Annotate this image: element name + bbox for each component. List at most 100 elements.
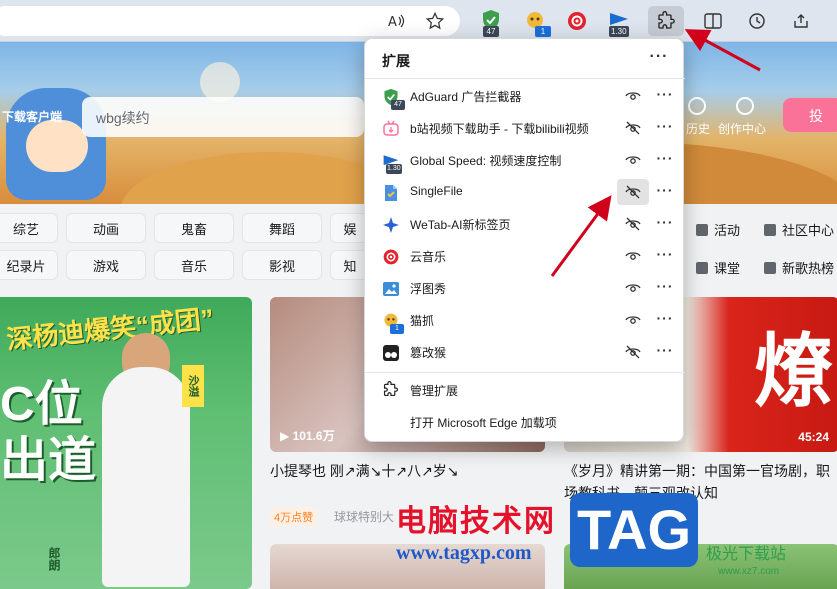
adguard-toolbar-icon[interactable]: 47 (476, 7, 506, 37)
creator-center-icon[interactable] (736, 97, 754, 115)
side-category-new-songs[interactable]: 新歌热榜 (764, 258, 834, 277)
manage-extensions-button[interactable]: 管理扩展 (365, 375, 685, 405)
category-button[interactable]: 音乐 (154, 250, 234, 280)
manage-extensions-label: 管理扩展 (410, 384, 459, 398)
puzzle-icon (382, 381, 399, 403)
eye-icon[interactable] (617, 83, 649, 109)
banner-character-face (26, 120, 88, 172)
side-category-class[interactable]: 课堂 (696, 258, 740, 277)
eye-icon[interactable] (617, 307, 649, 333)
bilibili-download-icon (382, 120, 400, 138)
watermark-text: 电脑技术网 (396, 505, 556, 538)
eye-off-icon[interactable] (617, 179, 649, 205)
extension-more-button[interactable]: ··· (653, 181, 677, 203)
watermark-url: www.tagxp.com (396, 542, 532, 564)
uploader-name[interactable]: 球球特别大 (334, 508, 394, 525)
adguard-badge: 47 (391, 100, 405, 110)
like-chip: 4万点赞 (270, 508, 318, 526)
category-button[interactable]: 影视 (242, 250, 322, 280)
card-title-top: 深杨迪爆笑“成团” (5, 303, 216, 355)
category-button[interactable]: 鬼畜 (154, 213, 234, 243)
card-title-big: C位 出道 (0, 378, 97, 487)
extension-more-button[interactable]: ··· (653, 277, 677, 299)
extension-more-button[interactable]: ··· (653, 245, 677, 267)
extension-row-singlefile[interactable]: SingleFile ··· (365, 176, 685, 208)
bottom-name-tag: 郎朗 (47, 547, 61, 571)
community-icon (764, 224, 776, 236)
class-icon (696, 262, 708, 274)
category-button[interactable]: 动画 (66, 213, 146, 243)
share-icon[interactable] (788, 8, 814, 34)
name-tag: 沙溢 (182, 365, 204, 407)
netease-music-toolbar-icon[interactable] (562, 7, 592, 35)
eye-icon[interactable] (617, 243, 649, 269)
open-edge-addons-label: 打开 Microsoft Edge 加载项 (410, 416, 557, 430)
extension-name: WeTab-AI新标签页 (410, 218, 511, 232)
popup-more-options-button[interactable]: ··· (645, 47, 673, 71)
extension-name: AdGuard 广告拦截器 (410, 90, 522, 104)
eye-off-icon[interactable] (617, 211, 649, 237)
history-icon[interactable] (744, 8, 770, 34)
side-category-activity[interactable]: 活动 (696, 220, 740, 239)
watermark-side: 极光下载站 (706, 546, 787, 563)
featured-video-card[interactable]: 深杨迪爆笑“成团” C位 出道 沙溢 郎朗 (0, 297, 252, 589)
eye-icon[interactable] (617, 275, 649, 301)
category-button[interactable]: 舞蹈 (242, 213, 322, 243)
adguard-icon: 47 (382, 88, 405, 110)
upload-button[interactable]: 投 (783, 98, 837, 132)
split-screen-icon[interactable] (700, 8, 726, 34)
extension-row-futuxiu[interactable]: 浮图秀 ··· (365, 272, 685, 304)
extension-row-adguard[interactable]: 47 AdGuard 广告拦截器 ··· (365, 80, 685, 112)
maozhua-toolbar-icon[interactable]: 1 (520, 7, 551, 37)
extension-row-bilibili-downloader[interactable]: b站视频下载助手 - 下载bilibili视频 ··· (365, 112, 685, 144)
category-button[interactable]: 游戏 (66, 250, 146, 280)
music-icon (764, 262, 776, 274)
category-button[interactable]: 纪录片 (0, 250, 58, 280)
read-aloud-icon[interactable]: A (384, 8, 410, 34)
extension-row-maozhua[interactable]: 1 猫抓 ··· (365, 304, 685, 336)
popup-title: 扩展 (382, 53, 410, 69)
thumbnail-big-char: 燎 (754, 327, 834, 416)
extension-row-global-speed[interactable]: 1.30 Global Speed: 视频速度控制 ··· (365, 144, 685, 176)
favorite-star-icon[interactable] (422, 8, 448, 34)
search-input[interactable]: wbg续约 (82, 97, 364, 137)
eye-icon[interactable] (617, 147, 649, 173)
tampermonkey-icon (382, 344, 400, 362)
extension-more-button[interactable]: ··· (653, 213, 677, 235)
side-category-community[interactable]: 社区中心 (764, 220, 834, 239)
video-title[interactable]: 小提琴也 刚↗满↘十↗八↗岁↘ (270, 460, 550, 482)
history-header-icon[interactable] (688, 97, 706, 115)
divider (365, 78, 685, 79)
extension-row-wetab[interactable]: WeTab-AI新标签页 ··· (365, 208, 685, 240)
history-header-label[interactable]: 历史 (686, 120, 710, 137)
extension-more-button[interactable]: ··· (653, 149, 677, 171)
extension-row-tampermonkey[interactable]: 篡改猴 ··· (365, 336, 685, 368)
extension-name: Global Speed: 视频速度控制 (410, 154, 562, 168)
download-client-link[interactable]: 下载客户端 (2, 108, 62, 125)
svg-text:A: A (388, 15, 397, 29)
global-speed-toolbar-icon[interactable]: 1.30 (604, 7, 634, 37)
view-count: ▶ 101.6万 (280, 429, 335, 443)
singlefile-icon (382, 184, 400, 202)
extension-more-button[interactable]: ··· (653, 341, 677, 363)
maozhua-badge: 1 (390, 324, 404, 334)
category-button[interactable]: 综艺 (0, 213, 58, 243)
extension-more-button[interactable]: ··· (653, 117, 677, 139)
creator-center-label[interactable]: 创作中心 (718, 120, 766, 137)
cloud-music-icon (382, 248, 400, 266)
open-edge-addons-link[interactable]: 打开 Microsoft Edge 加载项 (365, 407, 685, 437)
eye-off-icon[interactable] (617, 115, 649, 141)
extension-name: 浮图秀 (410, 282, 447, 296)
extension-more-button[interactable]: ··· (653, 309, 677, 331)
watermark-logo: TAG (570, 493, 698, 567)
extension-row-cloud-music[interactable]: 云音乐 ··· (365, 240, 685, 272)
divider (365, 372, 685, 373)
puzzle-icon (658, 11, 675, 29)
extension-more-button[interactable]: ··· (653, 85, 677, 107)
eye-off-icon[interactable] (617, 339, 649, 365)
extensions-puzzle-button[interactable] (648, 6, 684, 36)
browser-toolbar: A 47 1 1.30 (0, 0, 837, 42)
maozhua-icon: 1 (382, 312, 404, 334)
global-speed-badge: 1.30 (386, 164, 402, 174)
duration: 45:24 (798, 430, 829, 444)
